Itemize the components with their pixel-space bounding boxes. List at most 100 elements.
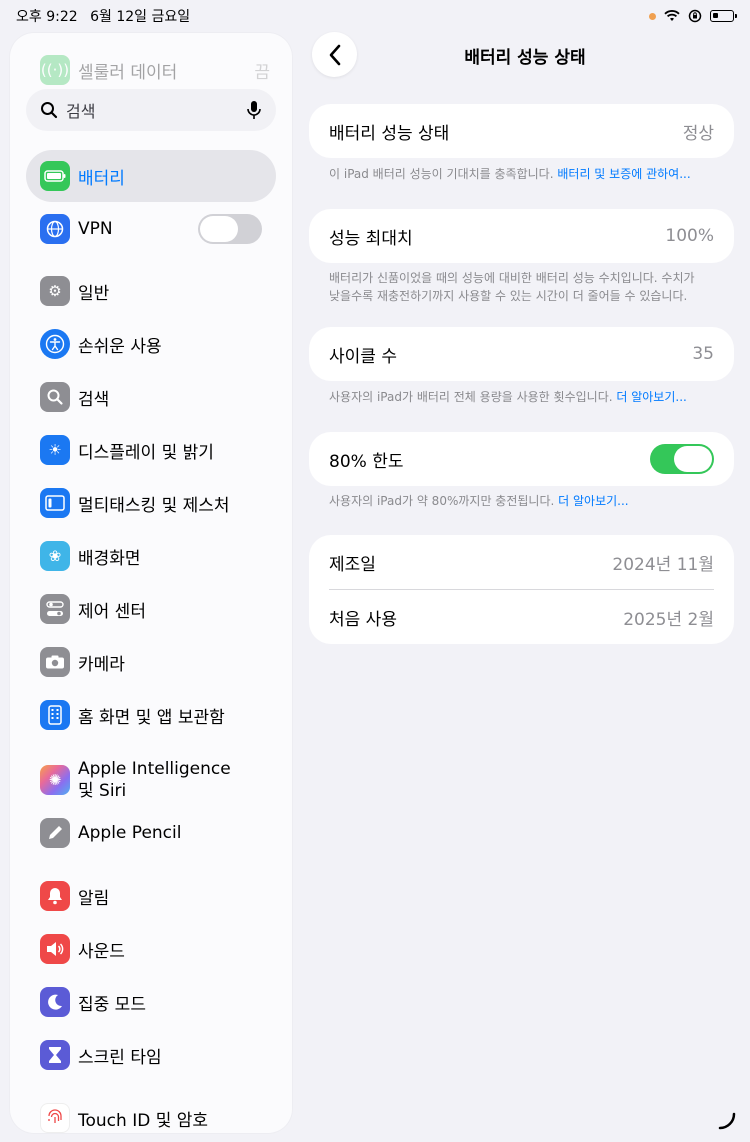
status-time: 오후 9:22 bbox=[16, 9, 78, 25]
max-capacity-note: 배터리가 신품이었을 때의 성능에 대비한 배터리 성능 수치입니다. 수치가 … bbox=[329, 269, 719, 305]
sidebar-item-label: 손쉬운 사용 bbox=[78, 336, 162, 357]
search-input[interactable]: 검색 bbox=[26, 89, 276, 131]
footnote-text: 사용자의 iPad가 배터리 전체 용량을 사용한 횟수입니다. bbox=[329, 390, 613, 404]
sidebar-item-label: 배터리 bbox=[78, 168, 125, 189]
charge-limit-toggle[interactable] bbox=[650, 444, 714, 474]
sidebar-item-label: 디스플레이 및 밝기 bbox=[78, 442, 214, 463]
brightness-icon: ☀ bbox=[40, 435, 70, 465]
resize-corner-icon[interactable] bbox=[718, 1112, 736, 1130]
sidebar-item-label: 스크린 타임 bbox=[78, 1047, 162, 1068]
sidebar-item-focus[interactable]: 집중 모드 bbox=[26, 976, 276, 1028]
footnote-line2: 낮을수록 재충전하기까지 사용할 수 있는 시간이 더 줄어들 수 있습니다. bbox=[329, 289, 688, 303]
row-label: 80% 한도 bbox=[329, 451, 404, 472]
sidebar-item-search[interactable]: 검색 bbox=[26, 371, 276, 423]
sidebar-item-touch-id[interactable]: Touch ID 및 암호 bbox=[26, 1092, 276, 1133]
sidebar-item-camera[interactable]: 카메라 bbox=[26, 636, 276, 688]
row-value: 2024년 11월 bbox=[612, 554, 714, 575]
control-center-icon bbox=[40, 594, 70, 624]
cycle-count-note: 사용자의 iPad가 배터리 전체 용량을 사용한 횟수입니다. 더 알아보기.… bbox=[329, 388, 719, 406]
vpn-icon bbox=[40, 214, 70, 244]
sidebar-item-notifications[interactable]: 알림 bbox=[26, 870, 276, 922]
orientation-lock-icon bbox=[688, 9, 702, 23]
status-date: 6월 12일 금요일 bbox=[90, 9, 191, 25]
sidebar-item-general[interactable]: ⚙ 일반 bbox=[26, 265, 276, 317]
row-value: 100% bbox=[665, 226, 714, 246]
microphone-icon[interactable] bbox=[246, 100, 262, 120]
sidebar-item-label: 집중 모드 bbox=[78, 994, 146, 1015]
row-label: 제조일 bbox=[329, 554, 376, 575]
charge-limit-row: 80% 한도 bbox=[309, 432, 734, 486]
sidebar-item-label: 홈 화면 및 앱 보관함 bbox=[78, 707, 225, 728]
battery-icon bbox=[40, 161, 70, 191]
status-left: 오후 9:22 6월 12일 금요일 bbox=[16, 6, 198, 26]
search-icon bbox=[41, 102, 58, 119]
footnote-line1: 배터리가 신품이었을 때의 성능에 대비한 배터리 성능 수치입니다. 수치가 bbox=[329, 271, 695, 285]
accessibility-icon bbox=[40, 329, 70, 359]
search-placeholder: 검색 bbox=[66, 102, 96, 121]
sidebar-item-battery[interactable]: 배터리 bbox=[26, 150, 276, 202]
speaker-icon bbox=[40, 934, 70, 964]
row-label: 처음 사용 bbox=[329, 609, 397, 630]
sidebar-item-label: Touch ID 및 암호 bbox=[78, 1110, 209, 1131]
sidebar-item-label: 셀룰러 데이터 bbox=[78, 62, 178, 83]
page-title: 배터리 성능 상태 bbox=[464, 48, 586, 68]
battery-warranty-link[interactable]: 배터리 및 보증에 관하여... bbox=[557, 167, 690, 181]
vpn-toggle[interactable] bbox=[198, 214, 262, 244]
camera-icon bbox=[40, 647, 70, 677]
battery-status-icon bbox=[710, 10, 737, 22]
moon-icon bbox=[40, 987, 70, 1017]
row-value: 정상 bbox=[682, 123, 714, 144]
sidebar: ((·)) 셀룰러 데이터 끔 검색 배터리 VPN ⚙ 일반 손쉬운 사용 검… bbox=[10, 33, 292, 1133]
search-icon bbox=[40, 382, 70, 412]
first-use-row: 처음 사용 2025년 2월 bbox=[309, 590, 734, 644]
sidebar-item-home-screen[interactable]: 홈 화면 및 앱 보관함 bbox=[26, 689, 276, 741]
sidebar-item-label: Apple Intelligence 및 Siri bbox=[78, 758, 231, 802]
battery-health-card: 배터리 성능 상태 정상 bbox=[309, 104, 734, 158]
sidebar-item-label: 알림 bbox=[78, 888, 110, 909]
sidebar-item-accessibility[interactable]: 손쉬운 사용 bbox=[26, 318, 276, 370]
hourglass-icon bbox=[40, 1040, 70, 1070]
learn-more-link[interactable]: 더 알아보기... bbox=[558, 494, 628, 508]
row-value: 2025년 2월 bbox=[623, 609, 714, 630]
sidebar-item-control-center[interactable]: 제어 센터 bbox=[26, 583, 276, 635]
sidebar-item-label: 배경화면 bbox=[78, 548, 141, 569]
max-capacity-card: 성능 최대치 100% bbox=[309, 209, 734, 263]
sidebar-item-label-line1: Apple Intelligence bbox=[78, 759, 231, 779]
bell-icon bbox=[40, 881, 70, 911]
battery-health-note: 이 iPad 배터리 성능이 기대치를 충족합니다. 배터리 및 보증에 관하여… bbox=[329, 165, 719, 183]
sidebar-item-apple-pencil[interactable]: Apple Pencil bbox=[26, 807, 276, 859]
sidebar-item-cellular[interactable]: ((·)) 셀룰러 데이터 끔 bbox=[40, 55, 270, 85]
status-bar: 오후 9:22 6월 12일 금요일 bbox=[0, 0, 750, 32]
wifi-icon bbox=[664, 10, 680, 21]
wallpaper-icon: ❀ bbox=[40, 541, 70, 571]
sidebar-item-sounds[interactable]: 사운드 bbox=[26, 923, 276, 975]
sidebar-item-vpn[interactable]: VPN bbox=[26, 203, 276, 255]
row-value: 35 bbox=[692, 344, 714, 364]
sidebar-item-label: 멀티태스킹 및 제스처 bbox=[78, 495, 230, 516]
charge-limit-card: 80% 한도 bbox=[309, 432, 734, 486]
status-right bbox=[649, 9, 737, 23]
footnote-text: 이 iPad 배터리 성능이 기대치를 충족합니다. bbox=[329, 167, 554, 181]
row-label: 사이클 수 bbox=[329, 346, 397, 367]
fingerprint-icon bbox=[40, 1103, 70, 1133]
sidebar-item-label: 검색 bbox=[78, 389, 110, 410]
max-capacity-row: 성능 최대치 100% bbox=[309, 209, 734, 263]
sidebar-item-label-line2: 및 Siri bbox=[78, 781, 127, 801]
sidebar-item-display[interactable]: ☀ 디스플레이 및 밝기 bbox=[26, 424, 276, 476]
siri-icon: ✺ bbox=[40, 765, 70, 795]
row-label: 성능 최대치 bbox=[329, 228, 413, 249]
battery-health-row: 배터리 성능 상태 정상 bbox=[309, 104, 734, 158]
sidebar-item-label: 일반 bbox=[78, 283, 110, 304]
gear-icon: ⚙ bbox=[40, 276, 70, 306]
sidebar-item-screen-time[interactable]: 스크린 타임 bbox=[26, 1029, 276, 1081]
sidebar-item-label: Apple Pencil bbox=[78, 823, 182, 843]
sidebar-item-label: 제어 센터 bbox=[78, 601, 146, 622]
back-button[interactable] bbox=[312, 32, 357, 77]
sidebar-item-siri[interactable]: ✺ Apple Intelligence 및 Siri bbox=[26, 749, 276, 811]
sidebar-item-multitasking[interactable]: 멀티태스킹 및 제스처 bbox=[26, 477, 276, 529]
multitasking-icon bbox=[40, 488, 70, 518]
cycle-count-row: 사이클 수 35 bbox=[309, 327, 734, 381]
learn-more-link[interactable]: 더 알아보기... bbox=[616, 390, 686, 404]
cellular-icon: ((·)) bbox=[40, 55, 70, 85]
sidebar-item-wallpaper[interactable]: ❀ 배경화면 bbox=[26, 530, 276, 582]
